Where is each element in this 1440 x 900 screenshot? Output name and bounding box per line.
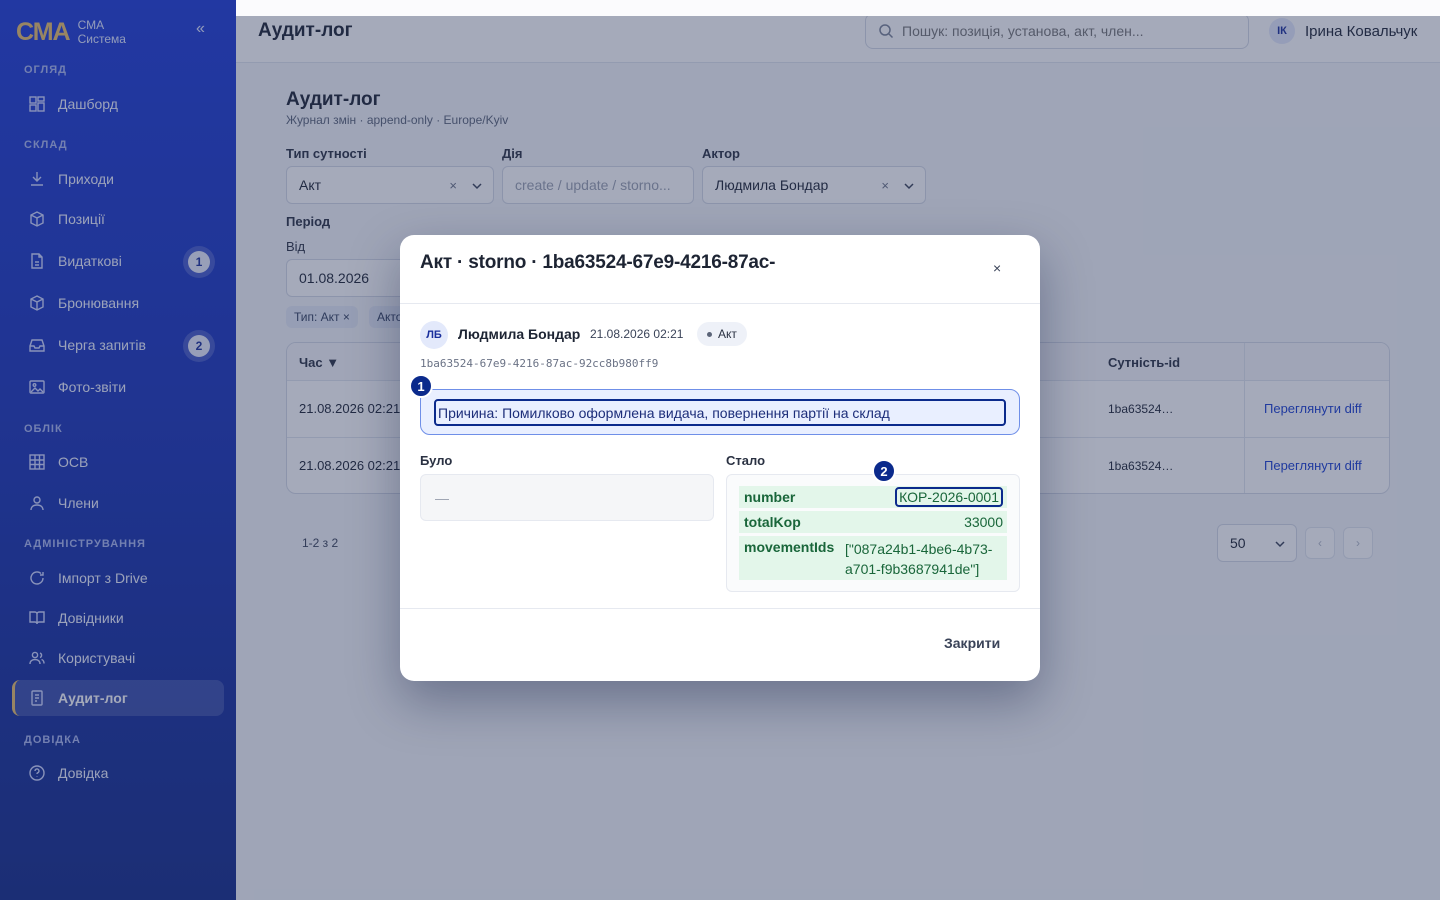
diff-row-number: number КОР-2026-0001 (739, 486, 1007, 508)
diff-value-line-1: ["087a24b1-4be6-4b73- (845, 541, 993, 557)
modal-title: Акт · storno · 1ba63524-67e9-4216-87ac- (420, 252, 776, 273)
annotation-marker-1: 1 (409, 374, 433, 398)
top-strip (236, 0, 1440, 16)
modal-divider-top (400, 303, 1040, 304)
now-label: Стало (726, 453, 766, 468)
modal-divider-bottom (400, 608, 1040, 609)
now-box: number КОР-2026-0001 totalKop 33000 move… (726, 474, 1020, 592)
diff-value: ["087a24b1-4be6-4b73- a701-f9b3687941de"… (845, 539, 1007, 579)
was-label: Було (420, 453, 453, 468)
was-value: — (435, 489, 449, 506)
diff-key: totalKop (744, 514, 801, 530)
was-box: — (420, 474, 714, 521)
annotation-marker-2: 2 (872, 459, 896, 483)
diff-key: number (744, 489, 796, 505)
highlighted-value: КОР-2026-0001 (895, 487, 1003, 507)
reason-text: Причина: Помилково оформлена видача, пов… (434, 399, 1006, 426)
entity-type-text: Акт (718, 327, 737, 341)
diff-value: 33000 (964, 514, 1003, 530)
actor-avatar: ЛБ (420, 321, 448, 349)
actor-name: Людмила Бондар (458, 326, 581, 342)
diff-value-line-2: a701-f9b3687941de"] (845, 561, 980, 577)
diff-value: КОР-2026-0001 (895, 487, 1007, 507)
reason-box: Причина: Помилково оформлена видача, пов… (420, 389, 1020, 435)
close-button[interactable]: Закрити (944, 635, 1000, 651)
diff-row-movementids: movementIds ["087a24b1-4be6-4b73- a701-f… (739, 536, 1007, 580)
diff-modal: Акт · storno · 1ba63524-67e9-4216-87ac- … (400, 235, 1040, 681)
entity-type-badge: Акт (697, 322, 747, 346)
diff-row-totalkop: totalKop 33000 (739, 511, 1007, 533)
diff-key: movementIds (744, 539, 835, 555)
close-icon[interactable]: × (993, 260, 1001, 276)
entity-full-id: 1ba63524-67e9-4216-87ac-92cc8b980ff9 (420, 357, 659, 370)
event-date: 21.08.2026 02:21 (590, 327, 684, 341)
status-dot-icon (707, 331, 712, 337)
